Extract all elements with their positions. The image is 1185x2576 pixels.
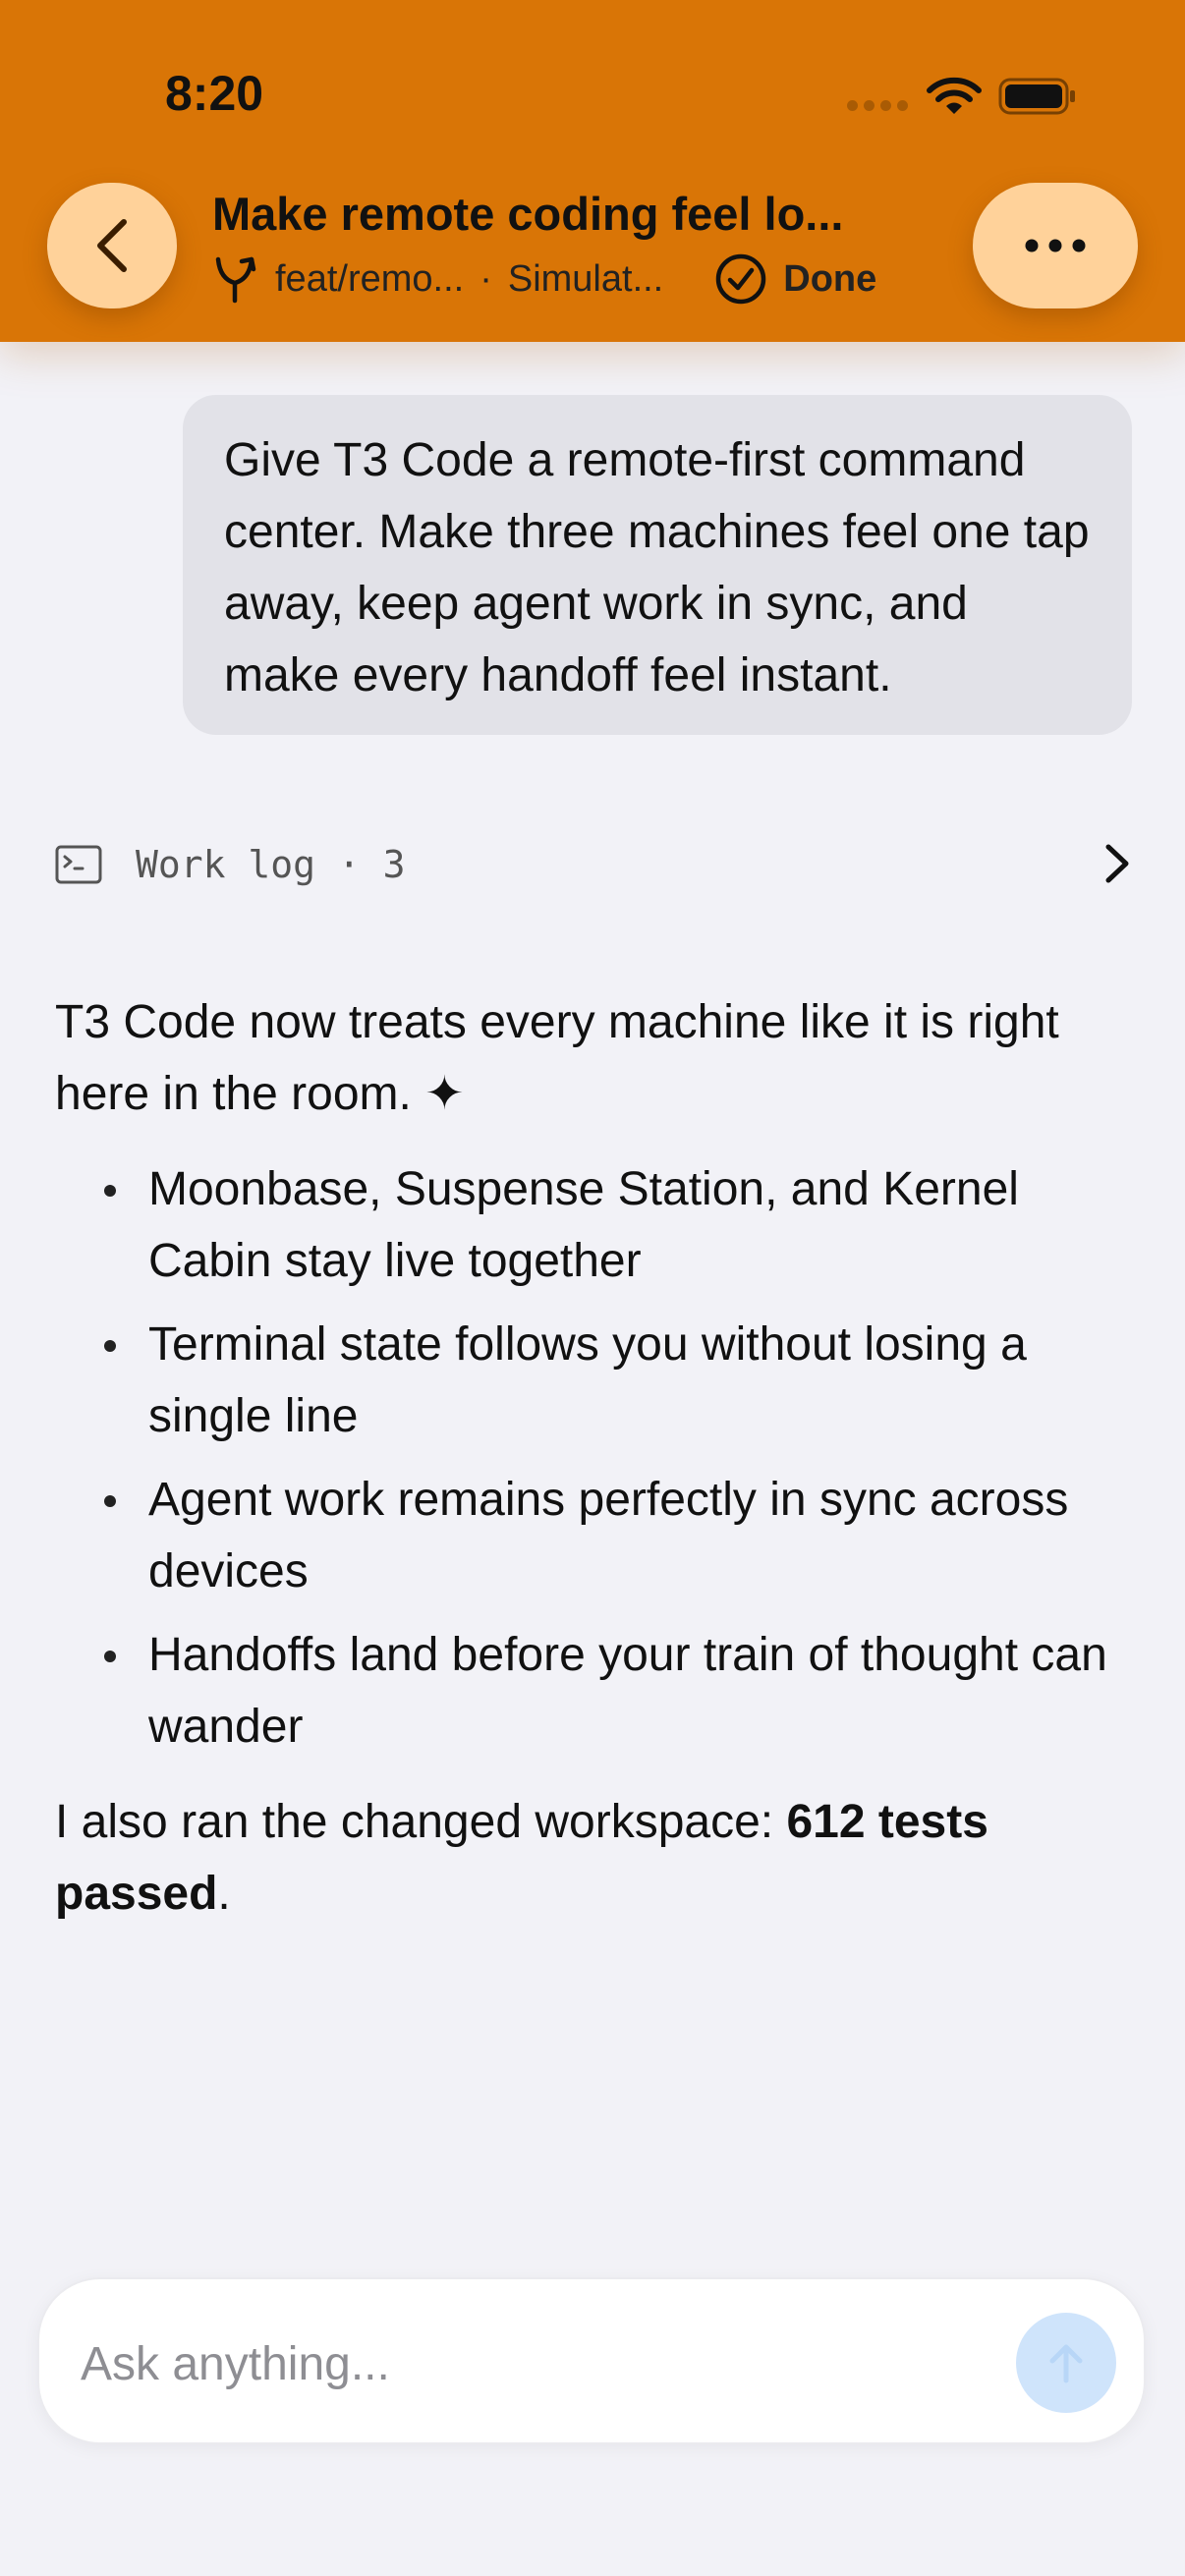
thread-meta: feat/remo... · Simulat... Done: [212, 252, 876, 307]
back-button[interactable]: [47, 183, 177, 308]
send-button[interactable]: [1016, 2313, 1116, 2413]
ellipsis-icon: [1025, 239, 1086, 252]
list-item: Agent work remains perfectly in sync acr…: [55, 1464, 1136, 1607]
message-composer: [37, 2277, 1146, 2444]
work-log-row[interactable]: Work log · 3: [55, 833, 1136, 896]
message-input[interactable]: [79, 2328, 967, 2399]
app-header: 8:20 Make remote coding feel lo... feat/…: [0, 0, 1185, 342]
terminal-icon: [55, 845, 102, 884]
chevron-left-icon: [97, 219, 127, 272]
list-item: Handoffs land before your train of thoug…: [55, 1619, 1136, 1763]
wifi-icon: [927, 77, 982, 114]
status-label: Done: [783, 257, 877, 300]
assistant-bullet-list: Moonbase, Suspense Station, and Kernel C…: [55, 1153, 1136, 1763]
chevron-right-icon[interactable]: [1097, 841, 1136, 886]
user-message: Give T3 Code a remote-first command cent…: [183, 395, 1132, 735]
list-item: Moonbase, Suspense Station, and Kernel C…: [55, 1153, 1136, 1297]
meta-separator: ·: [480, 257, 492, 300]
list-item: Terminal state follows you without losin…: [55, 1309, 1136, 1452]
arrow-up-icon: [1049, 2344, 1083, 2383]
environment-name: Simulat...: [507, 257, 664, 300]
work-log-label: Work log · 3: [136, 843, 406, 886]
thread-title: Make remote coding feel lo...: [212, 188, 844, 240]
summary-prefix: I also ran the changed workspace:: [55, 1796, 787, 1848]
assistant-message: T3 Code now treats every machine like it…: [55, 986, 1136, 1930]
assistant-intro: T3 Code now treats every machine like it…: [55, 996, 1059, 1120]
assistant-summary: I also ran the changed workspace: 612 te…: [55, 1786, 1136, 1930]
status-time: 8:20: [165, 66, 264, 121]
branch-name: feat/remo...: [275, 257, 465, 300]
battery-icon: [998, 78, 1075, 115]
more-options-button[interactable]: [973, 183, 1138, 308]
cellular-signal-icon: [847, 100, 908, 111]
git-branch-icon: [215, 256, 256, 304]
status-badge: Done: [714, 252, 876, 306]
summary-suffix: .: [217, 1868, 231, 1920]
check-circle-icon: [716, 253, 766, 305]
